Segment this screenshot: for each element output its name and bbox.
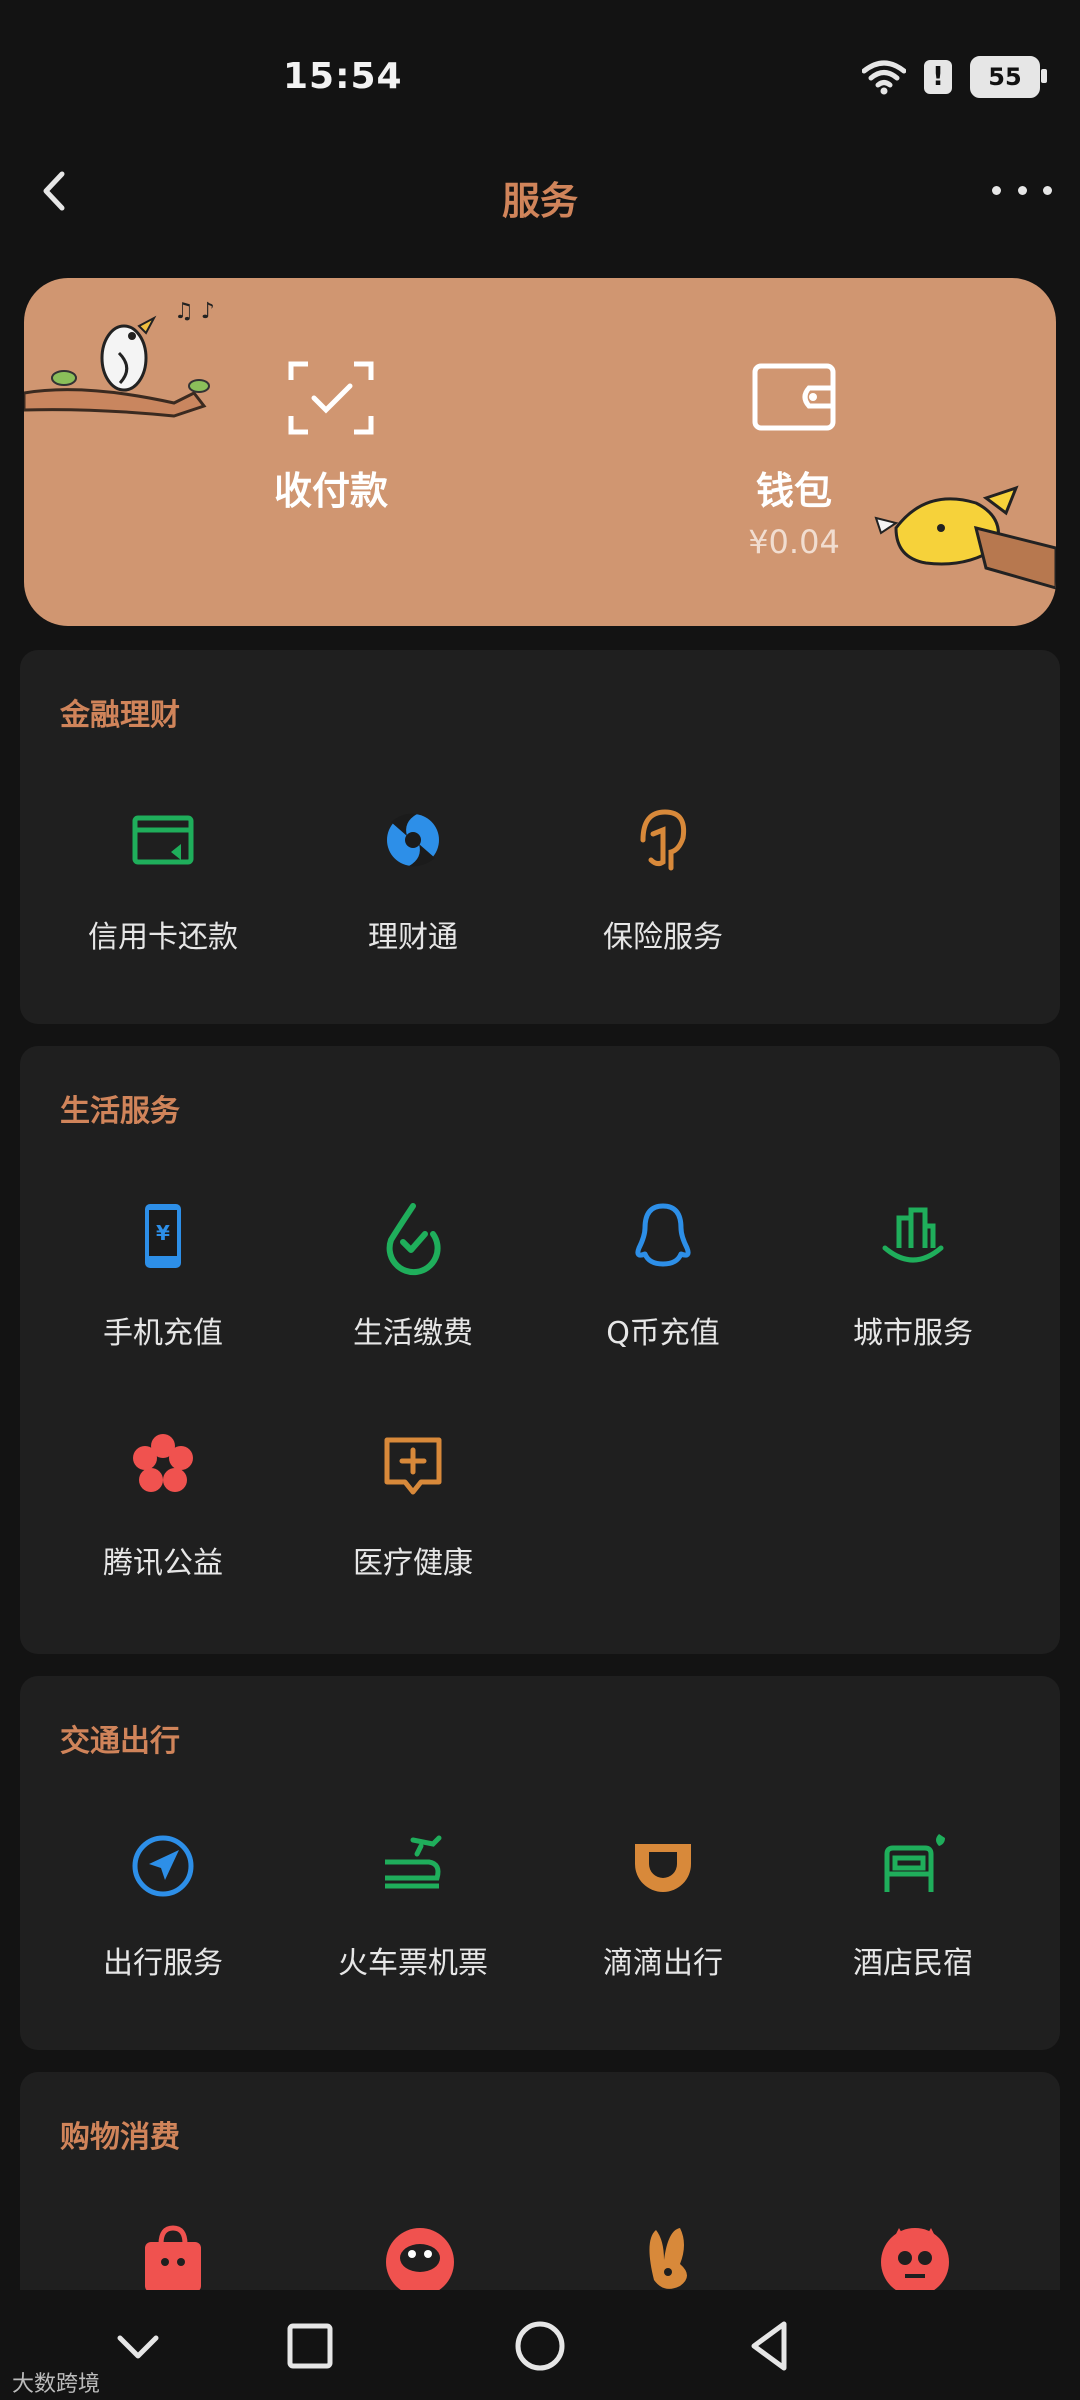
finance-section: 金融理财 信用卡还款 理财通 保险服务 — [20, 650, 1060, 1024]
top-header: 服务 — [0, 140, 1080, 250]
grid-item-label: 滴滴出行 — [603, 1946, 723, 1981]
grid-item-insurance[interactable]: 保险服务 — [538, 800, 788, 956]
scan-pay-icon — [288, 361, 374, 435]
chick-illustration-icon — [874, 485, 1056, 590]
grid-item-label: 手机充值 — [103, 1316, 223, 1351]
home-icon[interactable] — [508, 2314, 572, 2378]
chevron-down-icon[interactable] — [106, 2314, 170, 2378]
credit-card-icon — [132, 815, 194, 865]
svg-text:¥: ¥ — [156, 1221, 170, 1245]
grid-item-label: 医疗健康 — [353, 1546, 473, 1581]
section-title: 生活服务 — [60, 1094, 180, 1129]
more-options-icon[interactable] — [992, 170, 1052, 210]
back-triangle-icon[interactable] — [738, 2314, 802, 2378]
phone-recharge-icon: ¥ — [145, 1204, 181, 1268]
shopping-section: 购物消费 — [20, 2072, 1060, 2312]
section-title: 交通出行 — [60, 1724, 180, 1759]
grid-item-qq-coin[interactable]: Q币充值 — [538, 1196, 788, 1352]
section-title: 购物消费 — [60, 2120, 180, 2155]
insurance-icon — [640, 809, 687, 871]
section-title: 金融理财 — [60, 698, 180, 733]
grid-item-label: 火车票机票 — [338, 1946, 488, 1981]
grid-item-travel-service[interactable]: 出行服务 — [38, 1826, 288, 1982]
page-title: 服务 — [501, 179, 578, 223]
utility-payment-icon — [386, 1203, 441, 1276]
medical-icon — [384, 1437, 442, 1495]
navigation-icon — [132, 1835, 194, 1897]
qq-coin-icon — [635, 1203, 691, 1267]
recent-apps-icon[interactable] — [278, 2314, 342, 2378]
grid-item-tencent-charity[interactable]: 腾讯公益 — [38, 1426, 288, 1582]
grid-item-utility-payment[interactable]: 生活缴费 — [288, 1196, 538, 1352]
rabbit-mascot-icon[interactable] — [634, 2220, 704, 2292]
grid-item-medical-health[interactable]: 医疗健康 — [288, 1426, 538, 1582]
wifi-icon — [862, 60, 906, 95]
shopping-bag-icon[interactable] — [133, 2222, 213, 2292]
grid-item-label: Q币充值 — [606, 1316, 720, 1351]
status-bar: 15:54 ! 55 — [0, 0, 1080, 140]
watermark: 大数跨境 — [12, 2372, 101, 2397]
dog-mascot-icon[interactable] — [380, 2220, 460, 2292]
travel-section: 交通出行 出行服务 火车票机票 滴滴出行 酒店民宿 — [20, 1676, 1060, 2050]
grid-item-didi[interactable]: 滴滴出行 — [538, 1826, 788, 1982]
tmall-cat-icon[interactable] — [875, 2220, 955, 2292]
train-plane-icon — [385, 1835, 442, 1889]
status-icons: ! 55 — [862, 56, 1047, 98]
grid-item-label: 保险服务 — [603, 920, 723, 955]
receive-pay-button[interactable]: 收付款 — [181, 358, 481, 515]
grid-item-city-service[interactable]: 城市服务 — [788, 1196, 1038, 1352]
grid-item-phone-recharge[interactable]: ¥ 手机充值 — [38, 1196, 288, 1352]
charity-flower-icon — [133, 1434, 193, 1492]
city-service-icon — [882, 1207, 944, 1263]
battery-indicator: 55 — [970, 56, 1047, 98]
grid-item-credit-card-repay[interactable]: 信用卡还款 — [38, 800, 288, 956]
system-nav-bar — [0, 2290, 1080, 2400]
receive-pay-label: 收付款 — [273, 469, 388, 513]
grid-item-licaitong[interactable]: 理财通 — [288, 800, 538, 956]
grid-item-label: 信用卡还款 — [88, 920, 238, 955]
didi-icon — [635, 1844, 691, 1892]
grid-item-label: 理财通 — [368, 920, 458, 955]
alert-icon: ! — [924, 60, 952, 94]
grid-item-hotel[interactable]: 酒店民宿 — [788, 1826, 1038, 1982]
grid-item-label: 腾讯公益 — [103, 1546, 223, 1581]
svg-text:♫ ♪: ♫ ♪ — [174, 299, 215, 324]
wallet-icon — [752, 363, 836, 431]
status-time: 15:54 — [283, 56, 403, 97]
grid-item-label: 酒店民宿 — [853, 1946, 973, 1981]
grid-item-train-plane[interactable]: 火车票机票 — [288, 1826, 538, 1982]
licaitong-icon — [387, 813, 439, 867]
grid-item-label: 城市服务 — [853, 1316, 973, 1351]
payment-banner: ♫ ♪ 收付款 钱包 ¥0.04 — [24, 278, 1056, 626]
grid-item-label: 出行服务 — [103, 1946, 223, 1981]
life-services-section: 生活服务 ¥ 手机充值 生活缴费 Q币充值 城市服务 腾讯公益 医疗健康 — [20, 1046, 1060, 1654]
hotel-bed-icon — [884, 1834, 945, 1892]
grid-item-label: 生活缴费 — [353, 1316, 473, 1351]
